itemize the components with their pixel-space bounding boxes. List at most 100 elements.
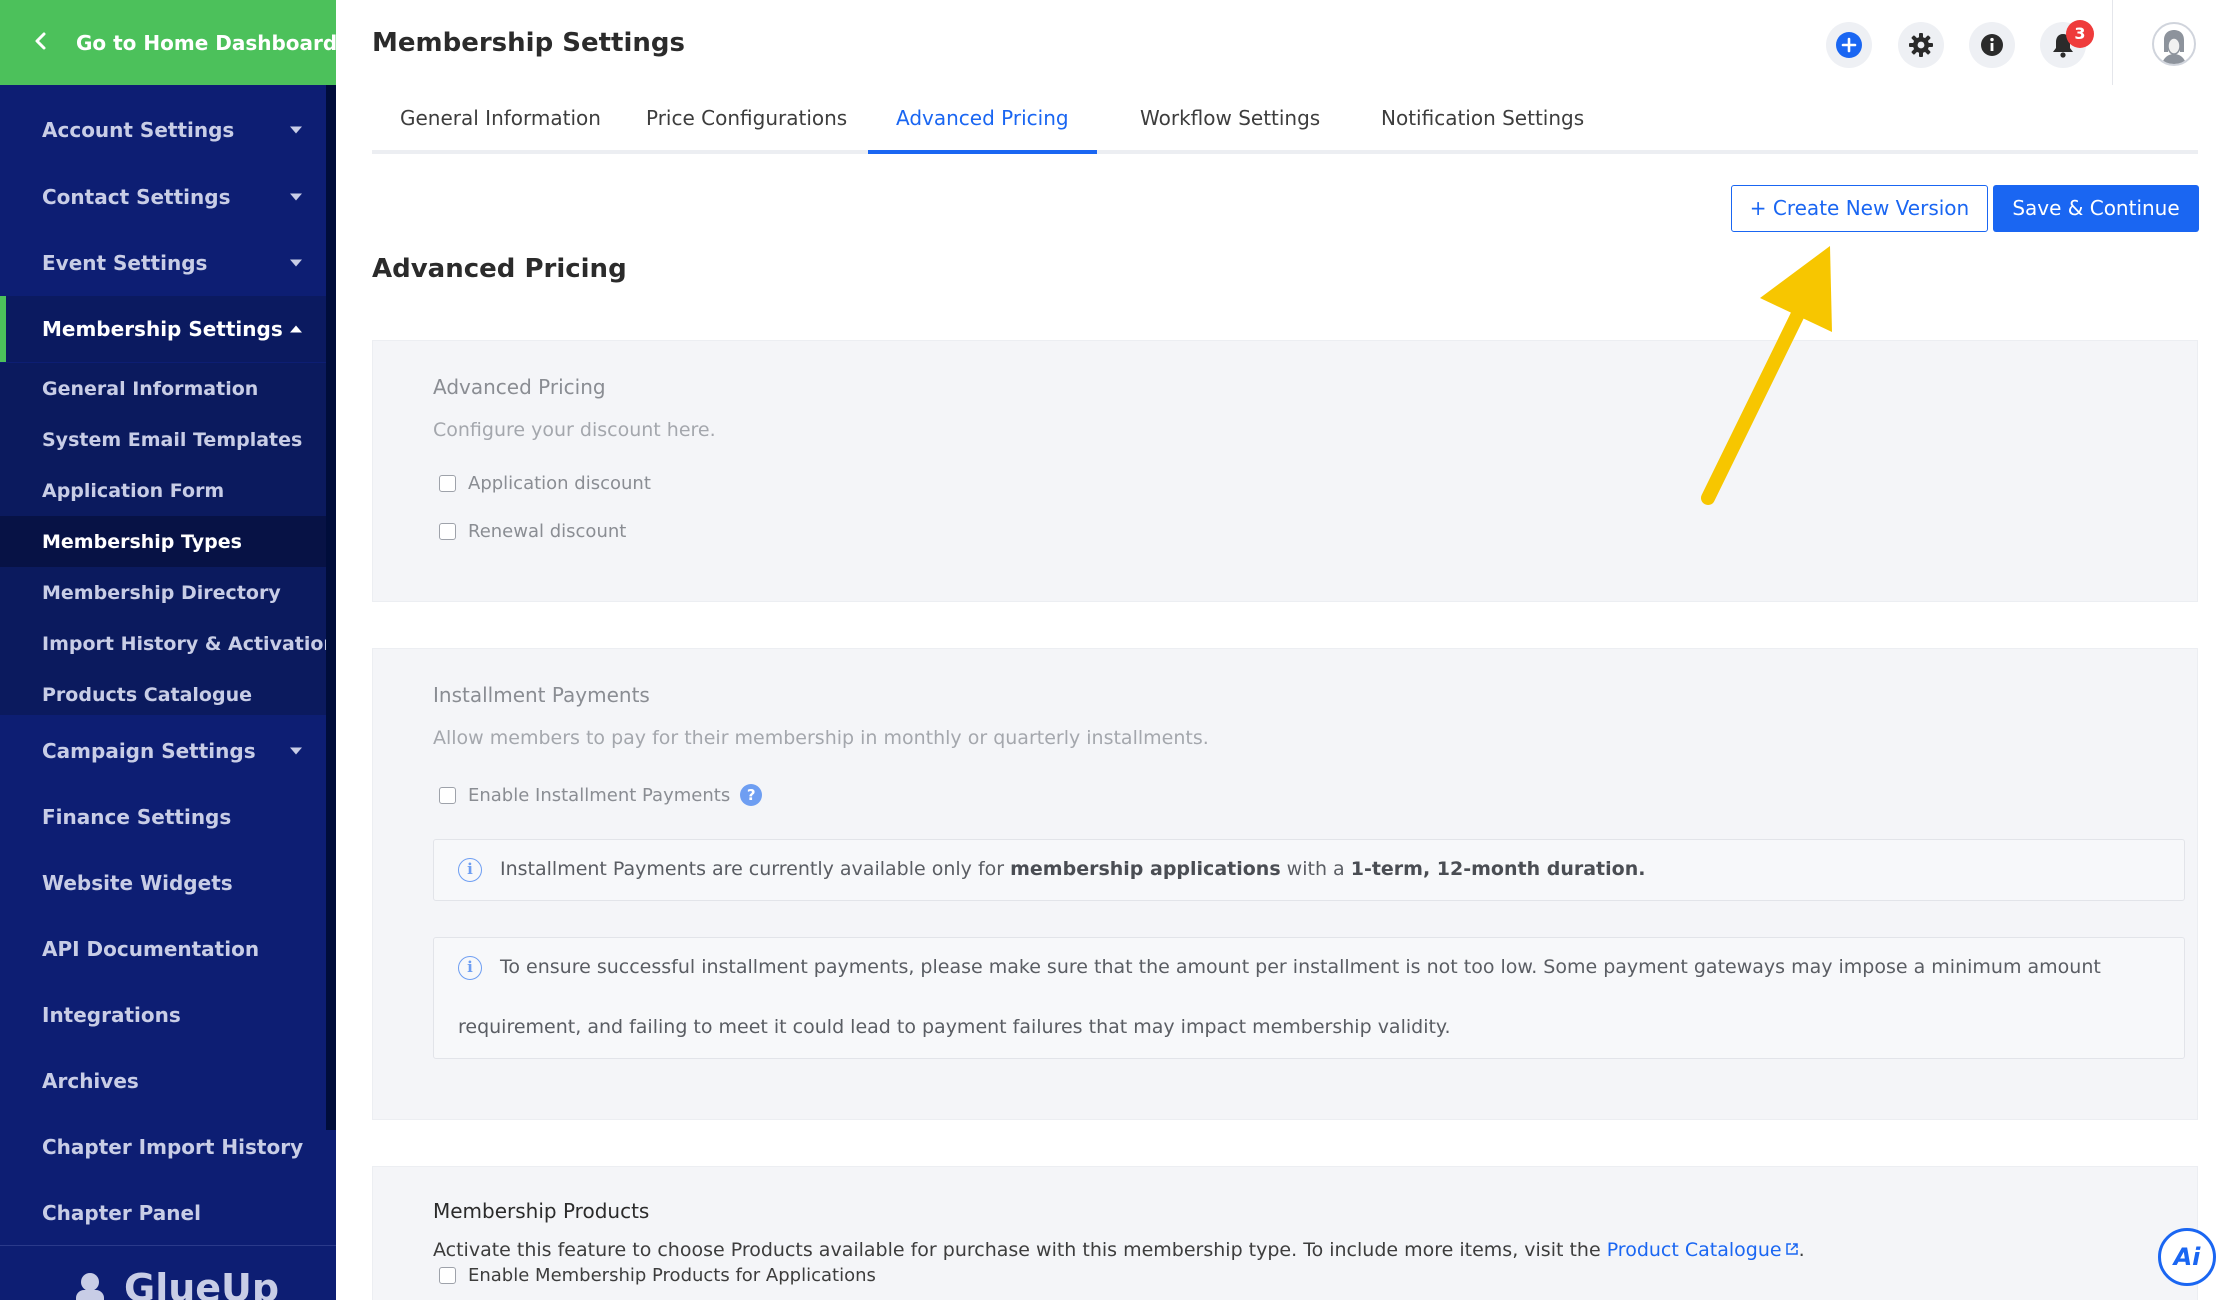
sidebar-item-campaign-settings[interactable]: Campaign Settings — [0, 718, 326, 784]
caret-down-icon — [290, 193, 302, 201]
settings-button[interactable] — [1898, 22, 1944, 68]
panel-description: Activate this feature to choose Products… — [433, 1239, 1805, 1261]
application-discount-checkbox[interactable] — [439, 474, 456, 492]
help-button[interactable] — [1969, 22, 2015, 68]
tab-general-information[interactable]: General Information — [372, 92, 629, 154]
sidebar-item-label: Contact Settings — [42, 185, 231, 209]
submenu-item-membership-directory[interactable]: Membership Directory — [0, 567, 326, 618]
sidebar-item-label: Chapter Import History — [42, 1135, 304, 1159]
submenu-item-label: Membership Types — [42, 530, 242, 553]
info-icon — [1981, 34, 2003, 56]
sidebar-item-website-widgets[interactable]: Website Widgets — [0, 850, 326, 916]
sidebar-item-label: Membership Settings — [42, 317, 283, 341]
gear-icon — [1909, 33, 1933, 57]
tab-price-configurations[interactable]: Price Configurations — [618, 92, 875, 154]
tab-workflow-settings[interactable]: Workflow Settings — [1112, 92, 1348, 154]
installment-payments-panel: Installment Payments Allow members to pa… — [372, 648, 2198, 1120]
submenu-item-general-information[interactable]: General Information — [0, 363, 326, 414]
page-title: Membership Settings — [372, 28, 685, 58]
submenu-item-application-form[interactable]: Application Form — [0, 465, 326, 516]
notification-badge: 3 — [2066, 20, 2094, 48]
sidebar-divider — [0, 1245, 336, 1246]
submenu-item-label: System Email Templates — [42, 428, 303, 451]
info-icon: i — [458, 956, 482, 980]
checkbox-label: Enable Installment Payments — [468, 784, 731, 806]
enable-installments-checkbox[interactable] — [439, 786, 456, 804]
caret-up-icon — [290, 325, 302, 333]
membership-submenu: General Information System Email Templat… — [0, 363, 336, 715]
submenu-item-label: General Information — [42, 377, 259, 400]
checkbox-label: Application discount — [468, 472, 651, 494]
checkbox-label: Renewal discount — [468, 520, 627, 542]
installment-availability-note: i Installment Payments are currently ava… — [433, 839, 2185, 901]
avatar[interactable] — [2152, 22, 2196, 66]
create-new-version-button[interactable]: + Create New Version — [1731, 185, 1988, 232]
ai-assistant-button[interactable]: Ai — [2158, 1228, 2216, 1286]
tab-advanced-pricing[interactable]: Advanced Pricing — [868, 92, 1097, 154]
enable-products-option[interactable]: Enable Membership Products for Applicati… — [439, 1263, 876, 1287]
tab-notification-settings[interactable]: Notification Settings — [1353, 92, 1612, 154]
advanced-pricing-panel: Advanced Pricing Configure your discount… — [372, 340, 2198, 602]
renewal-discount-option[interactable]: Renewal discount — [439, 519, 626, 543]
sidebar-item-chapter-import-history[interactable]: Chapter Import History — [0, 1114, 326, 1180]
caret-down-icon — [290, 259, 302, 267]
membership-products-panel: Membership Products Activate this featur… — [372, 1166, 2198, 1300]
sidebar-item-label: Integrations — [42, 1003, 181, 1027]
submenu-item-import-history[interactable]: Import History & Activation — [0, 618, 336, 669]
submenu-item-membership-types[interactable]: Membership Types — [0, 516, 326, 567]
add-button[interactable] — [1826, 22, 1872, 68]
submenu-item-label: Import History & Activation — [42, 632, 336, 655]
caret-down-icon — [290, 747, 302, 755]
note-text-line1: To ensure successful installment payment… — [500, 956, 2101, 978]
sidebar-item-label: API Documentation — [42, 937, 260, 961]
sidebar-item-account-settings[interactable]: Account Settings — [0, 97, 326, 163]
home-dashboard-button[interactable]: Go to Home Dashboard — [0, 0, 336, 85]
sidebar: Go to Home Dashboard Account Settings Co… — [0, 0, 336, 1300]
section-heading: Advanced Pricing — [372, 254, 627, 284]
panel-title: Advanced Pricing — [433, 375, 606, 399]
sidebar-item-finance-settings[interactable]: Finance Settings — [0, 784, 326, 850]
save-continue-button[interactable]: Save & Continue — [1993, 185, 2199, 232]
enable-installments-option[interactable]: Enable Installment Payments ? — [439, 783, 763, 807]
sidebar-scrollbar[interactable] — [326, 85, 336, 1130]
renewal-discount-checkbox[interactable] — [439, 522, 456, 540]
product-catalogue-link[interactable]: Product Catalogue — [1607, 1239, 1782, 1261]
plus-circle-icon — [1836, 32, 1862, 58]
submenu-item-label: Application Form — [42, 479, 225, 502]
panel-description: Configure your discount here. — [433, 419, 716, 441]
enable-products-checkbox[interactable] — [439, 1266, 456, 1284]
sidebar-item-label: Campaign Settings — [42, 739, 256, 763]
chevron-left-icon — [35, 32, 46, 50]
sidebar-item-api-documentation[interactable]: API Documentation — [0, 916, 326, 982]
sidebar-item-chapter-panel[interactable]: Chapter Panel — [0, 1180, 326, 1246]
sidebar-item-label: Event Settings — [42, 251, 208, 275]
help-icon[interactable]: ? — [740, 784, 763, 806]
sidebar-item-label: Website Widgets — [42, 871, 233, 895]
sidebar-item-integrations[interactable]: Integrations — [0, 982, 326, 1048]
brand-name: GlueUp — [124, 1266, 280, 1300]
sidebar-item-label: Chapter Panel — [42, 1201, 201, 1225]
sidebar-item-archives[interactable]: Archives — [0, 1048, 326, 1114]
submenu-item-label: Membership Directory — [42, 581, 281, 604]
glueup-logo-icon — [76, 1273, 104, 1300]
submenu-item-products-catalogue[interactable]: Products Catalogue — [0, 669, 326, 720]
header-separator — [2112, 0, 2113, 85]
sidebar-item-event-settings[interactable]: Event Settings — [0, 230, 326, 296]
annotation-arrow-icon — [1701, 246, 1832, 505]
sidebar-item-membership-settings[interactable]: Membership Settings — [0, 296, 326, 362]
note-text-line2: requirement, and failing to meet it coul… — [458, 1016, 1451, 1038]
external-link-icon — [1785, 1243, 1798, 1255]
sidebar-item-label: Finance Settings — [42, 805, 232, 829]
sidebar-item-contact-settings[interactable]: Contact Settings — [0, 164, 326, 230]
home-dashboard-label: Go to Home Dashboard — [76, 31, 336, 55]
submenu-item-system-email-templates[interactable]: System Email Templates — [0, 414, 326, 465]
settings-tabs: General Information Price Configurations… — [372, 92, 2198, 154]
application-discount-option[interactable]: Application discount — [439, 471, 651, 495]
caret-down-icon — [290, 126, 302, 134]
sidebar-item-label: Account Settings — [42, 118, 235, 142]
checkbox-label: Enable Membership Products for Applicati… — [468, 1264, 876, 1286]
sidebar-item-label: Archives — [42, 1069, 139, 1093]
installment-minimum-note: i To ensure successful installment payme… — [433, 937, 2185, 1059]
submenu-item-label: Products Catalogue — [42, 683, 252, 706]
note-text: Installment Payments are currently avail… — [500, 858, 1646, 880]
